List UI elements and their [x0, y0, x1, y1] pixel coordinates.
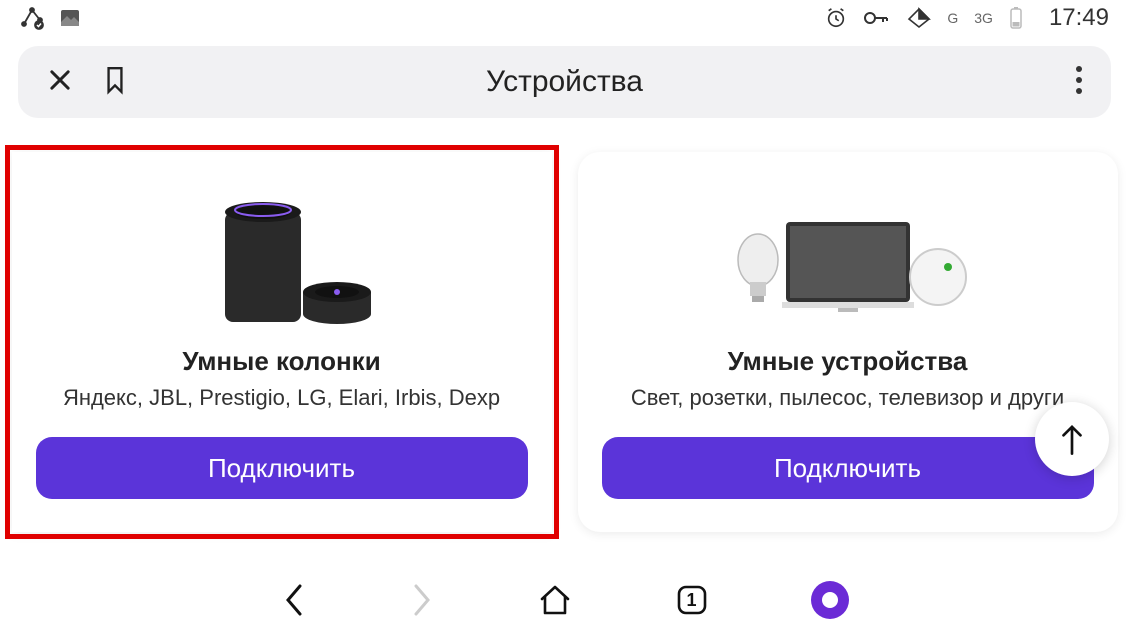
vpn-key-icon — [863, 7, 891, 29]
app-bar: Устройства — [18, 46, 1111, 118]
forward-button[interactable] — [408, 580, 436, 620]
back-button[interactable] — [280, 580, 308, 620]
card-title: Умные колонки — [182, 346, 380, 377]
card-title: Умные устройства — [728, 346, 968, 377]
page-title: Устройства — [486, 65, 643, 99]
network-label-2: 3G — [974, 10, 993, 26]
bookmark-button[interactable] — [102, 65, 128, 100]
tabs-button[interactable]: 1 — [674, 582, 710, 618]
alarm-icon — [825, 7, 847, 29]
card-subtitle: Яндекс, JBL, Prestigio, LG, Elari, Irbis… — [63, 385, 500, 411]
network-label-1: G — [947, 10, 958, 26]
clock-time: 17:49 — [1049, 4, 1109, 32]
battery-icon — [1009, 6, 1023, 30]
connect-button[interactable]: Подключить — [36, 437, 528, 499]
card-smart-speakers[interactable]: Умные колонки Яндекс, JBL, Prestigio, LG… — [12, 152, 552, 532]
image-icon — [58, 6, 82, 30]
content-area: Умные колонки Яндекс, JBL, Prestigio, LG… — [0, 118, 1129, 532]
home-button[interactable] — [536, 581, 574, 619]
more-menu-button[interactable] — [1075, 65, 1083, 100]
speaker-image — [187, 182, 377, 332]
assistant-button[interactable] — [810, 580, 850, 620]
bottom-nav: 1 — [0, 565, 1129, 635]
scroll-top-button[interactable] — [1035, 402, 1109, 476]
connect-button[interactable]: Подключить — [602, 437, 1094, 499]
share-icon — [20, 6, 44, 30]
card-subtitle: Свет, розетки, пылесос, телевизор и друг… — [631, 385, 1064, 411]
devices-image — [728, 182, 968, 332]
close-button[interactable] — [46, 66, 74, 99]
wifi-icon — [907, 7, 931, 29]
status-bar: G 3G 17:49 — [0, 0, 1129, 36]
tabs-count: 1 — [686, 590, 696, 611]
card-smart-devices[interactable]: Умные устройства Свет, розетки, пылесос,… — [578, 152, 1118, 532]
